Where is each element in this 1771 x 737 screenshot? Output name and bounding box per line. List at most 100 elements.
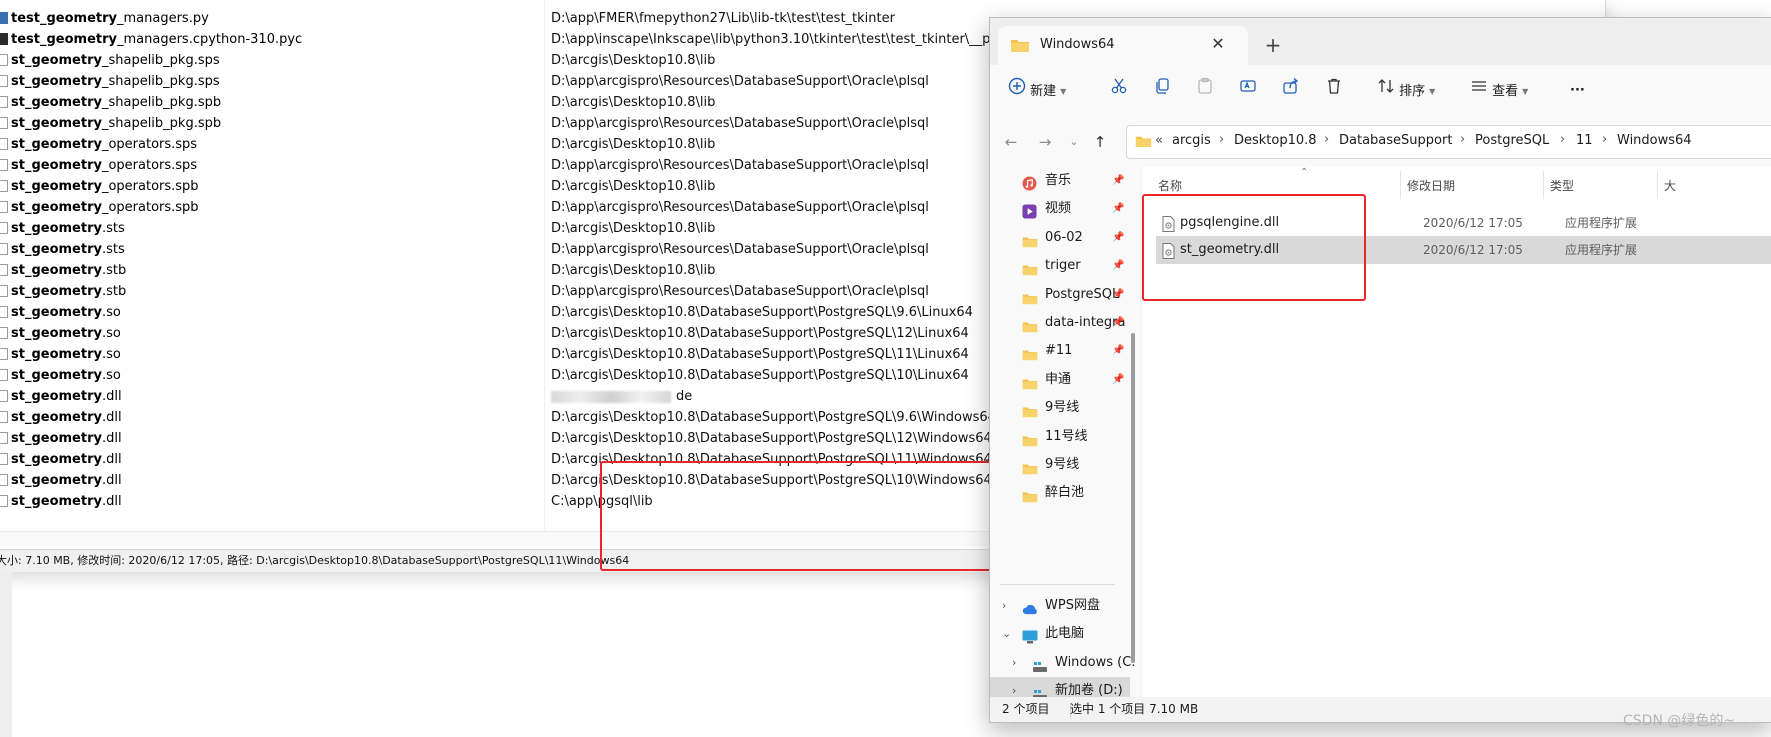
delete-button[interactable] bbox=[1325, 77, 1343, 105]
result-row[interactable]: st_geometry.so D:\arcgis\Desktop10.8\Data… bbox=[0, 302, 1000, 323]
pin-icon[interactable]: 📌 bbox=[1112, 224, 1124, 252]
breadcrumb-arcgis[interactable]: arcgis bbox=[1172, 133, 1211, 148]
result-row[interactable]: st_geometry.so D:\arcgis\Desktop10.8\Data… bbox=[0, 344, 1000, 365]
result-path: D:\arcgis\Desktop10.8\lib bbox=[551, 263, 716, 278]
nav-item[interactable]: 视频 📌 bbox=[990, 195, 1130, 223]
new-tab-button[interactable]: + bbox=[1260, 33, 1286, 59]
result-row[interactable]: st_geometry_operators.sps D:\arcgis\Deskt… bbox=[0, 134, 1000, 155]
cut-button[interactable] bbox=[1110, 77, 1128, 105]
result-filename: st_geometry.so bbox=[11, 344, 121, 365]
result-row[interactable]: st_geometry.sts D:\arcgis\Desktop10.8\lib bbox=[0, 218, 1000, 239]
pin-icon[interactable]: 📌 bbox=[1112, 167, 1124, 195]
result-row[interactable]: st_geometry_operators.sps D:\app\arcgispr… bbox=[0, 155, 1000, 176]
pin-icon[interactable]: 📌 bbox=[1112, 281, 1124, 309]
tree-item[interactable]: › Windows (C: bbox=[990, 649, 1136, 677]
result-filename-match: test_geometry bbox=[11, 11, 117, 26]
breadcrumb-overflow[interactable]: « bbox=[1155, 133, 1163, 148]
new-label: 新建 bbox=[1030, 84, 1057, 99]
column-header-date[interactable]: 修改日期 bbox=[1407, 177, 1455, 194]
nav-item[interactable]: triger 📌 bbox=[990, 252, 1130, 280]
pin-icon[interactable]: 📌 bbox=[1112, 252, 1124, 280]
paste-button[interactable] bbox=[1196, 77, 1214, 105]
result-row[interactable]: st_geometry.sts D:\app\arcgispro\Resource… bbox=[0, 239, 1000, 260]
result-row[interactable]: st_geometry_shapelib_pkg.sps D:\arcgis\De… bbox=[0, 50, 1000, 71]
result-row[interactable]: st_geometry_shapelib_pkg.spb D:\arcgis\De… bbox=[0, 92, 1000, 113]
forward-arrow-icon[interactable]: → bbox=[1034, 131, 1056, 153]
result-path: D:\app\arcgispro\Resources\DatabaseSuppo… bbox=[551, 158, 929, 173]
breadcrumb-11[interactable]: 11 bbox=[1576, 133, 1593, 148]
result-row[interactable]: st_geometry.dll D:\arcgis\Desktop10.8\Dat… bbox=[0, 428, 1000, 449]
tree-item[interactable]: ⌄ 此电脑 bbox=[990, 620, 1130, 648]
tree-item[interactable]: › WPS网盘 bbox=[990, 592, 1130, 620]
back-arrow-icon[interactable]: ← bbox=[1000, 131, 1022, 153]
address-bar[interactable]: « arcgis › Desktop10.8 › DatabaseSupport… bbox=[1126, 125, 1771, 159]
result-row[interactable]: st_geometry.so D:\arcgis\Desktop10.8\Data… bbox=[0, 323, 1000, 344]
result-row[interactable]: test_geometry_managers.cpython-310.pyc D:… bbox=[0, 29, 1050, 50]
result-filename-rest: _shapelib_pkg.sps bbox=[101, 53, 220, 68]
result-path: D:\arcgis\Desktop10.8\lib bbox=[551, 53, 716, 68]
column-divider[interactable] bbox=[1657, 171, 1658, 199]
rename-button[interactable] bbox=[1239, 77, 1257, 105]
result-filename: test_geometry_managers.py bbox=[11, 8, 209, 29]
sort-up-icon: ⌃ bbox=[1300, 167, 1309, 178]
result-row[interactable]: st_geometry_shapelib_pkg.spb D:\app\arcgi… bbox=[0, 113, 1000, 134]
view-button[interactable]: 查看 ▼ bbox=[1470, 77, 1528, 105]
copy-button[interactable] bbox=[1153, 77, 1171, 105]
column-header-type[interactable]: 类型 bbox=[1550, 177, 1574, 194]
result-filename: st_geometry.so bbox=[11, 302, 121, 323]
column-divider[interactable] bbox=[1543, 171, 1544, 199]
pin-icon[interactable]: 📌 bbox=[1112, 195, 1124, 223]
nav-item[interactable]: 音乐 📌 bbox=[990, 167, 1130, 195]
pin-icon[interactable]: 📌 bbox=[1112, 309, 1124, 337]
file-icon bbox=[0, 243, 8, 255]
result-row[interactable]: st_geometry_operators.spb D:\app\arcgispr… bbox=[0, 197, 1000, 218]
more-options-button[interactable]: ··· bbox=[1570, 77, 1585, 105]
history-chevron-icon[interactable]: ⌄ bbox=[1063, 131, 1085, 153]
result-row[interactable]: st_geometry.stb D:\arcgis\Desktop10.8\lib bbox=[0, 260, 1000, 281]
sort-icon bbox=[1377, 77, 1395, 106]
up-arrow-icon[interactable]: ↑ bbox=[1089, 131, 1111, 153]
expand-chevron-icon[interactable]: ⌄ bbox=[1002, 620, 1011, 648]
expand-chevron-icon[interactable]: › bbox=[1002, 592, 1006, 620]
result-row[interactable]: st_geometry.dll D:\arcgis\Desktop10.8\Dat… bbox=[0, 407, 1000, 428]
result-row[interactable]: st_geometry.dll de bbox=[0, 386, 1000, 407]
column-header-name[interactable]: 名称 bbox=[1158, 177, 1182, 194]
result-filename-match: st_geometry bbox=[11, 263, 102, 278]
result-filename: st_geometry.dll bbox=[11, 428, 122, 449]
column-header-size[interactable]: 大 bbox=[1664, 177, 1676, 194]
result-row[interactable]: st_geometry.stb D:\app\arcgispro\Resource… bbox=[0, 281, 1000, 302]
result-row[interactable]: st_geometry.so D:\arcgis\Desktop10.8\Data… bbox=[0, 365, 1000, 386]
share-button[interactable] bbox=[1282, 77, 1300, 105]
result-path: D:\arcgis\Desktop10.8\DatabaseSupport\Po… bbox=[551, 410, 996, 425]
result-row[interactable]: st_geometry_shapelib_pkg.sps D:\app\arcgi… bbox=[0, 71, 1000, 92]
nav-item[interactable]: 11号线 bbox=[990, 423, 1130, 451]
nav-item[interactable]: PostgreSQL 📌 bbox=[990, 281, 1130, 309]
nav-item[interactable]: 9号线 bbox=[990, 394, 1130, 422]
nav-item[interactable]: data-integra 📌 bbox=[990, 309, 1130, 337]
sort-button[interactable]: 排序 ▼ bbox=[1377, 77, 1435, 105]
navigation-bar: ← → ⌄ ↑ « arcgis › Desktop10.8 › Databas… bbox=[990, 117, 1771, 167]
column-divider[interactable] bbox=[1400, 171, 1401, 199]
nav-item[interactable]: 9号线 bbox=[990, 451, 1130, 479]
breadcrumb-databasesupport[interactable]: DatabaseSupport bbox=[1339, 133, 1452, 148]
tab-windows64[interactable]: Windows64 ✕ bbox=[998, 26, 1248, 65]
nav-item[interactable]: 醉白池 bbox=[990, 479, 1130, 507]
pin-icon[interactable]: 📌 bbox=[1112, 366, 1124, 394]
pin-icon[interactable]: 📌 bbox=[1112, 337, 1124, 365]
breadcrumb-postgresql[interactable]: PostgreSQL bbox=[1475, 133, 1549, 148]
new-button[interactable]: 新建 ▼ bbox=[1008, 77, 1066, 105]
file-icon bbox=[0, 222, 8, 234]
result-filename-rest: .dll bbox=[101, 410, 122, 425]
result-path: D:\app\arcgispro\Resources\DatabaseSuppo… bbox=[551, 200, 929, 215]
nav-scrollbar[interactable] bbox=[1131, 333, 1135, 663]
result-filename: st_geometry_operators.sps bbox=[11, 155, 197, 176]
result-row[interactable]: test_geometry_managers.py D:\app\FMER\fme… bbox=[0, 8, 1000, 29]
expand-chevron-icon[interactable]: › bbox=[1012, 649, 1016, 677]
nav-item[interactable]: 06-02 📌 bbox=[990, 224, 1130, 252]
result-row[interactable]: st_geometry_operators.spb D:\arcgis\Deskt… bbox=[0, 176, 1000, 197]
close-icon[interactable]: ✕ bbox=[1206, 32, 1230, 56]
nav-item[interactable]: 申通 📌 bbox=[990, 366, 1130, 394]
breadcrumb-desktop[interactable]: Desktop10.8 bbox=[1234, 133, 1317, 148]
breadcrumb-windows64[interactable]: Windows64 bbox=[1617, 133, 1692, 148]
nav-item[interactable]: #11 📌 bbox=[990, 337, 1130, 365]
